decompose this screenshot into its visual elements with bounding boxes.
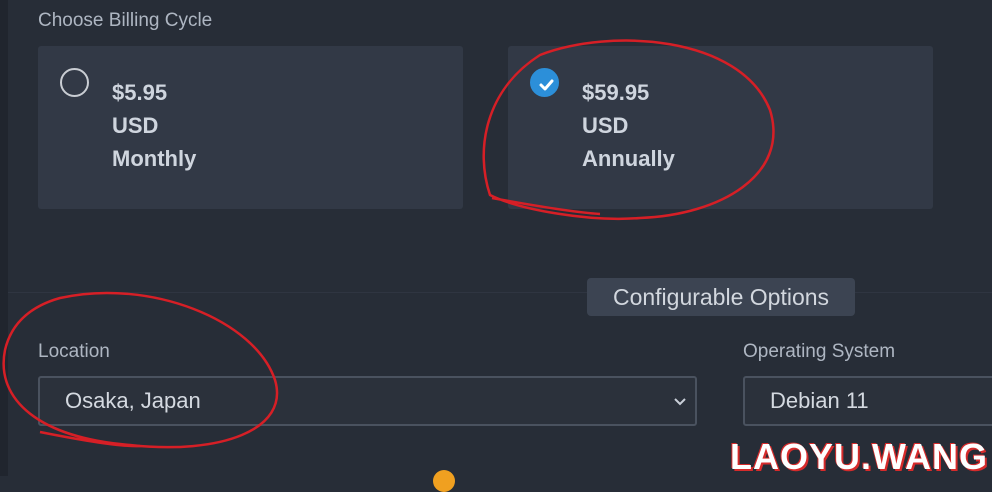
configurable-options-header: Configurable Options	[587, 278, 855, 316]
operating-system-value: Debian 11	[770, 388, 869, 413]
operating-system-label: Operating System	[743, 341, 896, 362]
option-currency: USD	[112, 113, 159, 138]
location-label: Location	[38, 341, 110, 362]
left-border	[0, 0, 8, 476]
radio-unchecked-icon[interactable]	[60, 68, 89, 97]
option-price: $59.95	[582, 80, 650, 105]
option-currency: USD	[582, 113, 629, 138]
chevron-down-icon	[674, 398, 686, 406]
billing-option-monthly[interactable]: $5.95 USD Monthly	[38, 46, 463, 209]
option-price: $5.95	[112, 80, 168, 105]
option-cycle: Monthly	[112, 146, 197, 171]
option-cycle: Annually	[582, 146, 675, 171]
watermark: LAOYU.WANG	[730, 436, 988, 477]
info-dot-icon	[433, 470, 455, 492]
checkmark-icon	[539, 79, 554, 91]
billing-option-annually[interactable]: $59.95 USD Annually	[508, 46, 933, 209]
operating-system-select[interactable]: Debian 11	[743, 376, 992, 426]
location-select[interactable]: Osaka, Japan	[38, 376, 697, 426]
radio-checked-icon[interactable]	[530, 68, 559, 97]
location-value: Osaka, Japan	[65, 388, 201, 413]
billing-cycle-label: Choose Billing Cycle	[38, 10, 213, 31]
